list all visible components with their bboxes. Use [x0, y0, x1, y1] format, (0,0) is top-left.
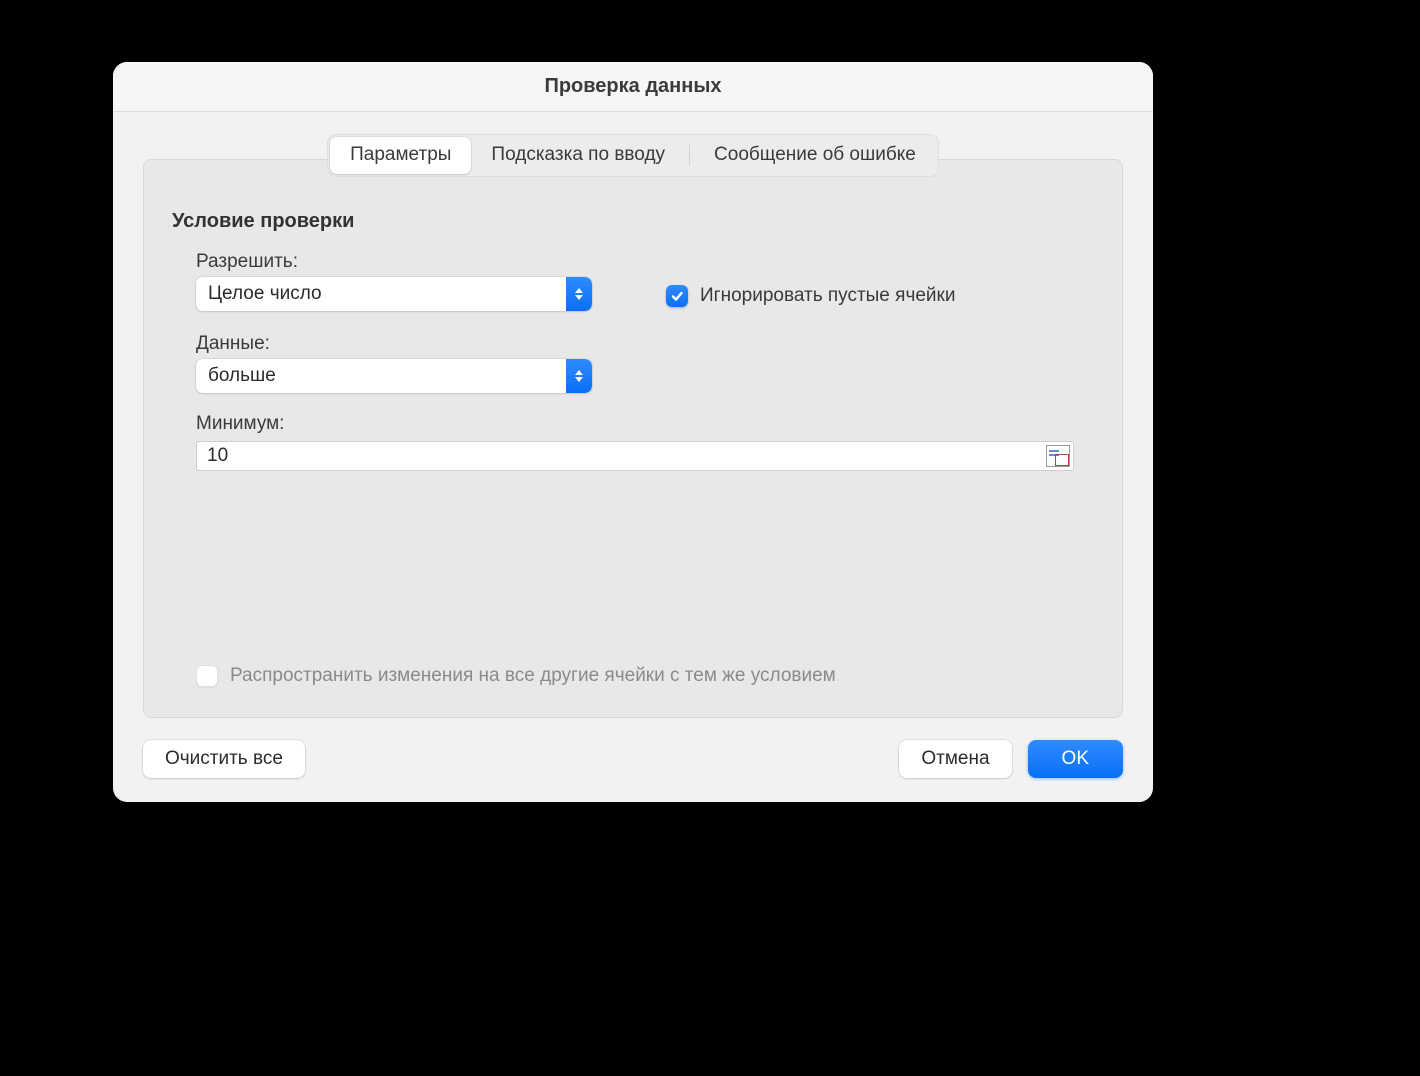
ok-button[interactable]: OK: [1028, 740, 1123, 778]
ignore-blank-label: Игнорировать пустые ячейки: [700, 285, 955, 307]
cancel-button[interactable]: Отмена: [899, 740, 1011, 778]
tab-error-message[interactable]: Сообщение об ошибке: [694, 137, 936, 174]
allow-label: Разрешить:: [196, 251, 596, 273]
tab-parameters[interactable]: Параметры: [330, 137, 471, 174]
chevron-updown-icon: [566, 359, 592, 393]
data-validation-dialog: Проверка данных Параметры Подсказка по в…: [113, 62, 1153, 802]
clear-all-button[interactable]: Очистить все: [143, 740, 305, 778]
ignore-blank-checkbox[interactable]: [666, 285, 688, 307]
dialog-title: Проверка данных: [113, 62, 1153, 112]
data-select[interactable]: больше: [196, 359, 592, 393]
button-bar: Очистить все Отмена OK: [143, 740, 1123, 778]
allow-select[interactable]: Целое число: [196, 277, 592, 311]
range-picker-icon[interactable]: [1046, 445, 1070, 467]
propagate-changes-checkbox: [196, 665, 218, 687]
propagate-changes-label: Распространить изменения на все другие я…: [230, 665, 836, 687]
tab-separator: [689, 145, 690, 166]
section-title: Условие проверки: [172, 210, 1094, 233]
allow-select-value: Целое число: [196, 277, 566, 311]
data-select-value: больше: [196, 359, 566, 393]
minimum-input[interactable]: [197, 442, 1046, 470]
tab-input-hint[interactable]: Подсказка по вводу: [471, 137, 685, 174]
data-label: Данные:: [196, 333, 596, 355]
chevron-updown-icon: [566, 277, 592, 311]
check-icon: [670, 289, 684, 303]
minimum-label: Минимум:: [196, 413, 1094, 435]
parameters-panel: Условие проверки Разрешить: Целое число: [143, 159, 1123, 718]
tab-bar: Параметры Подсказка по вводу Сообщение о…: [143, 134, 1123, 177]
